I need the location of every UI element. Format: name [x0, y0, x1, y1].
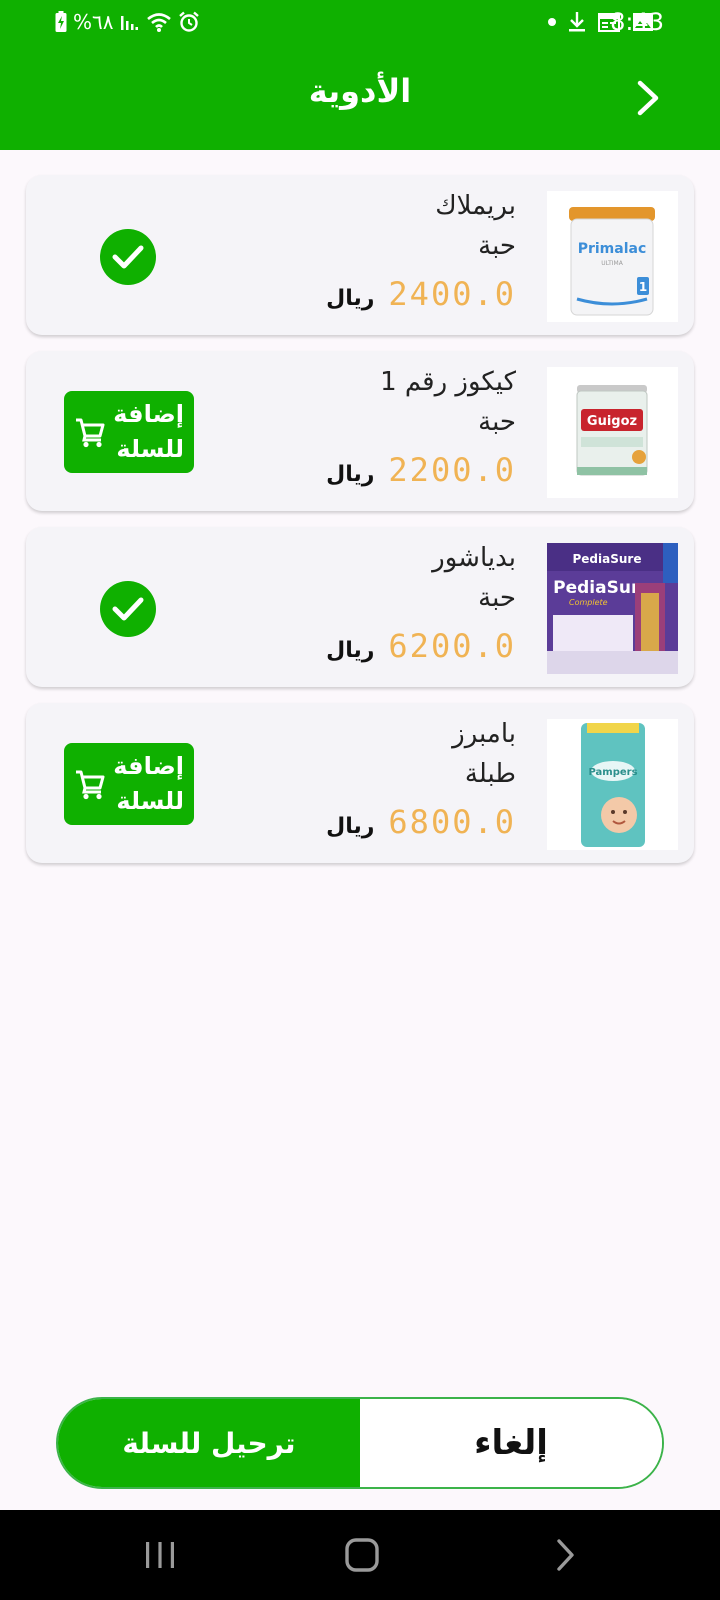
- app-bar: الأدوية: [0, 46, 720, 150]
- currency-label: ريال: [326, 638, 375, 663]
- add-to-cart-label: إضافة للسلة: [113, 752, 184, 815]
- add-to-cart-button[interactable]: إضافة للسلة: [64, 743, 194, 825]
- product-image-primalac: Primalac ULTIMA 1: [547, 191, 678, 322]
- recents-button[interactable]: [135, 1532, 185, 1578]
- product-card[interactable]: PediaSure PediaSure Complete بدياشور حبة…: [26, 527, 694, 687]
- cancel-button[interactable]: إلغاء: [360, 1399, 662, 1487]
- recents-icon: [146, 1542, 174, 1568]
- back-icon: [557, 1539, 574, 1571]
- chevron-right-icon: [637, 80, 659, 116]
- home-icon: [345, 1538, 379, 1572]
- currency-label: ريال: [326, 814, 375, 839]
- page-title: الأدوية: [308, 72, 412, 110]
- status-left: %٦٨: [55, 9, 200, 35]
- dot-icon: [548, 18, 556, 26]
- add-to-cart-label: إضافة للسلة: [113, 400, 184, 463]
- svg-text:PediaSure: PediaSure: [573, 552, 642, 566]
- status-time: 8:43: [610, 8, 664, 36]
- status-bar: %٦٨ 8:43: [0, 0, 720, 46]
- svg-text:Guigoz: Guigoz: [587, 414, 637, 429]
- currency-label: ريال: [326, 462, 375, 487]
- product-name: بدياشور: [432, 543, 516, 573]
- product-name: بامبرز: [452, 719, 516, 749]
- system-back-button[interactable]: [540, 1532, 590, 1578]
- system-nav-bar: [0, 1510, 720, 1600]
- product-card[interactable]: Pampers بامبرز طبلة 6800.0 ريال إضافة لل…: [26, 703, 694, 863]
- signal-icon: [120, 16, 138, 30]
- product-price: 6800.0: [388, 803, 516, 841]
- product-name: بريملاك: [435, 191, 516, 221]
- in-cart-check-button[interactable]: [100, 229, 156, 285]
- product-price: 6200.0: [388, 627, 516, 665]
- alarm-icon: [178, 11, 199, 32]
- add-to-cart-button[interactable]: إضافة للسلة: [64, 391, 194, 473]
- battery-percent: %٦٨: [73, 10, 114, 34]
- product-unit: حبة: [478, 231, 516, 261]
- svg-text:ULTIMA: ULTIMA: [601, 260, 624, 267]
- product-unit: طبلة: [464, 759, 516, 789]
- svg-text:Pampers: Pampers: [588, 767, 637, 778]
- cart-icon: [76, 418, 105, 448]
- home-button[interactable]: [337, 1532, 387, 1578]
- product-price: 2400.0: [388, 275, 516, 313]
- product-name: كيكوز رقم 1: [380, 367, 516, 397]
- download-icon: [569, 12, 585, 32]
- product-card[interactable]: Guigoz كيكوز رقم 1 حبة 2200.0 ريال إضافة…: [26, 351, 694, 511]
- svg-text:1: 1: [639, 280, 647, 294]
- product-price: 2200.0: [388, 451, 516, 489]
- check-icon: [112, 245, 144, 269]
- product-card[interactable]: Primalac ULTIMA 1 بريملاك حبة 2400.0 ريا…: [26, 175, 694, 335]
- price-row: 2400.0 ريال: [326, 275, 516, 313]
- battery-charging-icon: [55, 11, 67, 32]
- price-row: 2200.0 ريال: [326, 451, 516, 489]
- svg-text:Complete: Complete: [569, 598, 608, 607]
- svg-text:Primalac: Primalac: [578, 241, 647, 257]
- product-image-pampers: Pampers: [547, 719, 678, 850]
- currency-label: ريال: [326, 286, 375, 311]
- cart-icon: [76, 770, 105, 800]
- check-icon: [112, 597, 144, 621]
- product-image-guigoz: Guigoz: [547, 367, 678, 498]
- price-row: 6200.0 ريال: [326, 627, 516, 665]
- price-row: 6800.0 ريال: [326, 803, 516, 841]
- product-image-pediasure: PediaSure PediaSure Complete: [547, 543, 678, 674]
- bottom-action-bar: ترحيل للسلة إلغاء: [56, 1397, 664, 1489]
- move-to-cart-button[interactable]: ترحيل للسلة: [58, 1399, 360, 1487]
- back-button[interactable]: [626, 76, 670, 120]
- product-unit: حبة: [478, 407, 516, 437]
- in-cart-check-button[interactable]: [100, 581, 156, 637]
- product-list: Primalac ULTIMA 1 بريملاك حبة 2400.0 ريا…: [26, 175, 694, 879]
- product-unit: حبة: [478, 583, 516, 613]
- wifi-icon: [146, 13, 171, 32]
